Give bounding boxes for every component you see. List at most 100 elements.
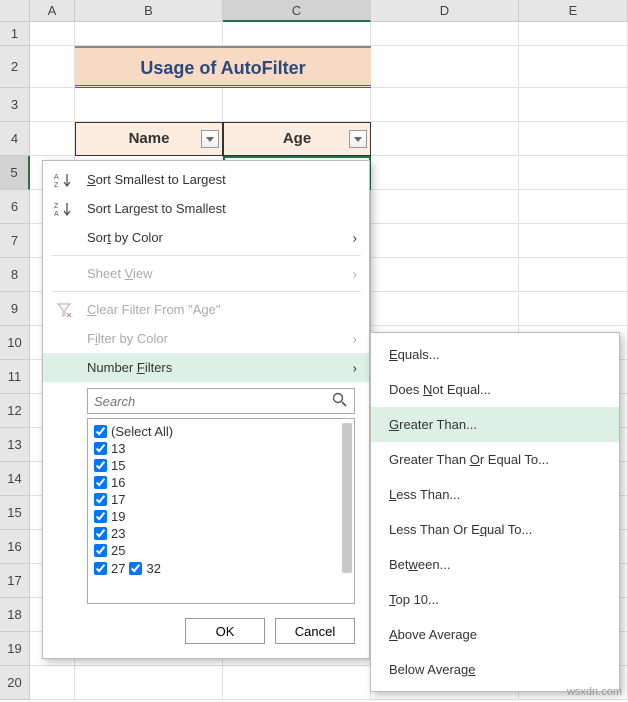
row-header-5[interactable]: 5 (0, 156, 30, 190)
sheet-view-label: Sheet View (87, 266, 153, 281)
svg-text:Z: Z (54, 203, 59, 210)
value-item[interactable]: 25 (94, 542, 336, 559)
row-header-3[interactable]: 3 (0, 88, 30, 122)
value-label: 17 (111, 492, 125, 507)
value-label: 19 (111, 509, 125, 524)
autofilter-menu: AZ Sort Smallest to Largest ZA Sort Larg… (42, 160, 370, 659)
filter-greater-equal[interactable]: Greater Than Or Equal To... (371, 442, 619, 477)
value-label: 13 (111, 441, 125, 456)
checkbox[interactable] (94, 527, 107, 540)
col-header-A[interactable]: A (30, 0, 75, 22)
row-header-13[interactable]: 13 (0, 428, 30, 462)
row-header-1[interactable]: 1 (0, 22, 30, 46)
row-header-10[interactable]: 10 (0, 326, 30, 360)
checkbox[interactable] (94, 476, 107, 489)
row-header-7[interactable]: 7 (0, 224, 30, 258)
number-filters[interactable]: Number Filters › (43, 353, 369, 382)
checkbox[interactable] (94, 459, 107, 472)
row-header-11[interactable]: 11 (0, 360, 30, 394)
value-item[interactable]: 17 (94, 491, 336, 508)
sort-ascending[interactable]: AZ Sort Smallest to Largest (43, 165, 369, 194)
value-label: 25 (111, 543, 125, 558)
filter-above-average[interactable]: Above Average (371, 617, 619, 652)
row-header-16[interactable]: 16 (0, 530, 30, 564)
filter-by-color: Filter by Color › (43, 324, 369, 353)
header-name[interactable]: Name (75, 122, 223, 156)
filter-equals[interactable]: Equals... (371, 337, 619, 372)
filter-not-equal[interactable]: Does Not Equal... (371, 372, 619, 407)
search-box[interactable] (87, 388, 355, 414)
sort-color-label: Sort by Color (87, 230, 163, 245)
col-header-B[interactable]: B (75, 0, 223, 22)
sort-asc-icon: AZ (53, 171, 75, 189)
sort-descending[interactable]: ZA Sort Largest to Smallest (43, 194, 369, 223)
filter-color-label: Filter by Color (87, 331, 168, 346)
row-header-14[interactable]: 14 (0, 462, 30, 496)
filter-greater-than[interactable]: Greater Than... (371, 407, 619, 442)
checkbox[interactable] (94, 493, 107, 506)
checkbox[interactable] (94, 425, 107, 438)
svg-text:A: A (54, 174, 59, 181)
row-header-12[interactable]: 12 (0, 394, 30, 428)
value-item[interactable]: 13 (94, 440, 336, 457)
value-select-all[interactable]: (Select All) (94, 423, 336, 440)
filter-button-age[interactable] (349, 130, 367, 148)
clear-filter: Clear Filter From "Age" (43, 295, 369, 324)
row-header-20[interactable]: 20 (0, 666, 30, 700)
checkbox[interactable] (94, 544, 107, 557)
filter-less-equal[interactable]: Less Than Or Equal To... (371, 512, 619, 547)
row-header-6[interactable]: 6 (0, 190, 30, 224)
value-item[interactable]: 27 32 (94, 559, 336, 578)
header-age[interactable]: Age (223, 122, 371, 156)
value-label: 27 (111, 561, 125, 576)
row-header-19[interactable]: 19 (0, 632, 30, 666)
watermark: wsxdn.com (567, 686, 622, 698)
search-input[interactable] (94, 394, 332, 409)
checkbox[interactable] (94, 510, 107, 523)
value-item[interactable]: 19 (94, 508, 336, 525)
col-header-E[interactable]: E (519, 0, 628, 22)
row-header-18[interactable]: 18 (0, 598, 30, 632)
filter-top-10[interactable]: Top 10... (371, 582, 619, 617)
chevron-right-icon: › (353, 266, 357, 281)
row-header-2[interactable]: 2 (0, 46, 30, 88)
checkbox[interactable] (94, 562, 107, 575)
checkbox[interactable] (129, 562, 142, 575)
filter-below-average[interactable]: Below Average (371, 652, 619, 687)
row-header-8[interactable]: 8 (0, 258, 30, 292)
svg-text:A: A (54, 211, 59, 217)
row-header-9[interactable]: 9 (0, 292, 30, 326)
filter-values-list[interactable]: (Select All) 13 15 16 17 19 23 25 27 32 (88, 419, 354, 582)
chevron-right-icon: › (353, 331, 357, 346)
chevron-down-icon (206, 137, 214, 142)
value-item[interactable]: 23 (94, 525, 336, 542)
row-header-17[interactable]: 17 (0, 564, 30, 598)
value-label: 32 (146, 561, 160, 576)
value-item[interactable]: 15 (94, 457, 336, 474)
clear-filter-icon (53, 301, 75, 319)
svg-text:Z: Z (54, 182, 59, 188)
scrollbar[interactable] (342, 423, 352, 573)
checkbox[interactable] (94, 442, 107, 455)
value-item[interactable]: 32 (129, 560, 160, 577)
title-cell: Usage of AutoFilter (75, 46, 371, 88)
column-headers: A B C D E (0, 0, 628, 22)
cancel-button[interactable]: Cancel (275, 618, 355, 644)
select-all-corner[interactable] (0, 0, 30, 22)
sort-by-color[interactable]: Sort by Color › (43, 223, 369, 252)
col-header-C[interactable]: C (223, 0, 371, 22)
row-header-4[interactable]: 4 (0, 122, 30, 156)
col-header-D[interactable]: D (371, 0, 519, 22)
filter-between[interactable]: Between... (371, 547, 619, 582)
ok-button[interactable]: OK (185, 618, 265, 644)
sort-desc-icon: ZA (53, 200, 75, 218)
chevron-right-icon: › (353, 360, 357, 375)
value-label: 16 (111, 475, 125, 490)
separator (51, 291, 361, 292)
filter-button-name[interactable] (201, 130, 219, 148)
row-header-15[interactable]: 15 (0, 496, 30, 530)
sort-desc-label: Sort Largest to Smallest (87, 201, 226, 216)
value-label: 15 (111, 458, 125, 473)
filter-less-than[interactable]: Less Than... (371, 477, 619, 512)
value-item[interactable]: 16 (94, 474, 336, 491)
